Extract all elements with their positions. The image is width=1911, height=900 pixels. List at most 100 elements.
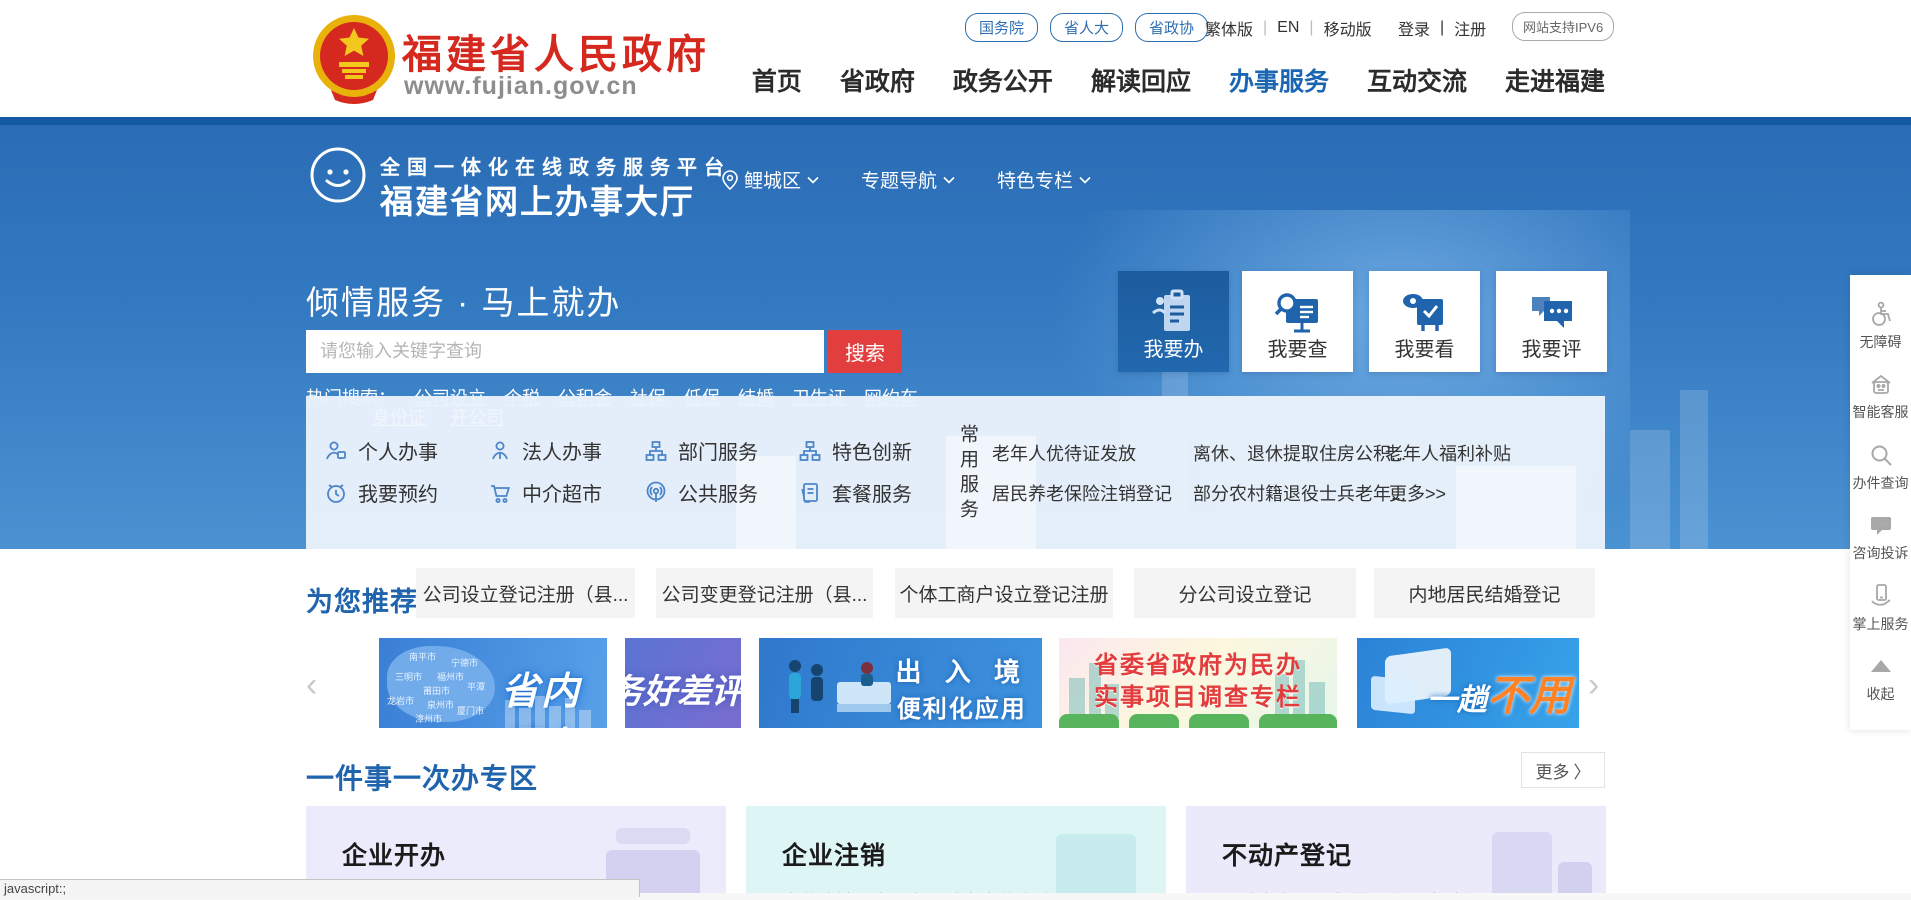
recommend-item[interactable]: 内地居民结婚登记	[1374, 568, 1595, 618]
menu-personal-services[interactable]: 个人办事	[324, 436, 438, 465]
common-link[interactable]: 老年人福利补贴	[1385, 440, 1511, 466]
menu-label: 公共服务	[678, 478, 758, 507]
menu-agency-market[interactable]: 中介超市	[488, 478, 602, 507]
topic-nav-menu[interactable]: 专题导航	[861, 166, 955, 193]
link-provincial-congress[interactable]: 省人大	[1050, 13, 1123, 42]
common-link[interactable]: 离休、退休提取住房公积...	[1193, 440, 1406, 466]
tool-mobile-service[interactable]: 掌上服务	[1853, 583, 1909, 634]
nav-interaction[interactable]: 互动交流	[1367, 62, 1467, 98]
action-card-apply[interactable]: 我要办	[1118, 271, 1229, 372]
cart-icon	[488, 481, 512, 505]
banner-entry-exit[interactable]: 出 入 境 便利化应用	[759, 638, 1042, 728]
nav-gov-affairs[interactable]: 政务公开	[953, 62, 1053, 98]
hero-slogan: 倾情服务 · 马上就办	[306, 276, 621, 324]
arrow-right-icon: 〉	[1574, 758, 1591, 783]
banner-service-rating[interactable]: 务好差评	[625, 638, 741, 728]
banner-part1: 一趟	[1427, 684, 1487, 717]
link-mobile[interactable]: 移动版	[1324, 16, 1372, 40]
recommend-item[interactable]: 个体工商户设立登记注册	[895, 568, 1113, 618]
city-label: 漳州市	[415, 712, 442, 725]
city-label: 平潭	[467, 680, 485, 693]
tool-collapse[interactable]: 收起	[1867, 653, 1895, 704]
menu-package-services[interactable]: 套餐服务	[798, 478, 912, 507]
clock-icon	[324, 481, 348, 505]
search-input[interactable]	[306, 330, 824, 373]
link-english[interactable]: EN	[1277, 19, 1299, 37]
broadcast-icon	[644, 481, 668, 505]
eye-check-icon	[1399, 287, 1451, 339]
auth-links: 登录| 注册	[1398, 16, 1486, 40]
people-illustration	[779, 656, 899, 716]
banner-part2: 不用	[1487, 672, 1571, 719]
site-url: www.fujian.gov.cn	[404, 72, 638, 101]
building-silhouette	[1680, 390, 1708, 549]
tool-accessibility[interactable]: 无障碍	[1860, 301, 1902, 352]
login-link[interactable]: 登录	[1398, 16, 1430, 40]
org-chart-icon	[644, 439, 668, 463]
banner-one-trip[interactable]: 一趟不用	[1357, 638, 1579, 728]
banner-line2: 实事项目调查专栏	[1059, 682, 1337, 714]
common-link[interactable]: 部分农村籍退役士兵老年...	[1193, 480, 1406, 506]
header-divider	[0, 117, 1911, 125]
link-traditional[interactable]: 繁体版	[1205, 16, 1253, 40]
carousel-next-arrow-icon[interactable]: ›	[1588, 668, 1599, 702]
common-link[interactable]: 居民养老保险注销登记	[992, 480, 1172, 506]
card-illustration	[616, 828, 690, 844]
location-selector[interactable]: 鲤城区	[722, 166, 819, 193]
menu-appointment[interactable]: 我要预约	[324, 478, 438, 507]
banner-line2: 便利化应用	[896, 689, 1028, 724]
card-real-estate-registration[interactable]: 不动产登记 不动产交易、办税、登记 全过程“一窗受理 一...	[1186, 806, 1606, 900]
menu-featured-innovation[interactable]: 特色创新	[798, 436, 912, 465]
bush-graphic	[1059, 714, 1119, 728]
menu-label: 个人办事	[358, 436, 438, 465]
recommend-title: 为您推荐	[306, 580, 418, 619]
clipped-char: 务	[625, 673, 643, 711]
robot-icon	[1868, 371, 1894, 397]
skyline-bar	[549, 706, 561, 728]
banner-livelihood-survey[interactable]: 省委省政府为民办 实事项目调查专栏	[1059, 638, 1337, 728]
menu-department-services[interactable]: 部门服务	[644, 436, 758, 465]
tool-smart-service[interactable]: 智能客服	[1853, 371, 1909, 422]
chat-icon	[1868, 512, 1894, 538]
tool-label: 掌上服务	[1853, 614, 1909, 634]
action-card-query[interactable]: 我要查	[1242, 271, 1353, 372]
nav-provincial-gov[interactable]: 省政府	[840, 62, 915, 98]
card-business-cancellation[interactable]: 企业注销 企业注销一窗通办，减少企业跑动次数	[746, 806, 1166, 900]
menu-public-services[interactable]: 公共服务	[644, 478, 758, 507]
recommend-item[interactable]: 公司设立登记注册（县...	[416, 568, 635, 618]
search-icon	[1868, 442, 1894, 468]
banner-line1: 出 入 境	[896, 652, 1028, 689]
tool-case-query[interactable]: 办件查询	[1853, 442, 1909, 493]
common-more-link[interactable]: 更多>>	[1389, 480, 1446, 506]
divider: |	[1309, 19, 1313, 37]
common-link[interactable]: 老年人优待证发放	[992, 440, 1136, 466]
link-provincial-cppcc[interactable]: 省政协	[1135, 13, 1208, 42]
chat-bubbles-icon	[1526, 287, 1578, 339]
featured-column-label: 特色专栏	[997, 166, 1073, 193]
hot-search-item-faded: 身份证	[372, 404, 426, 430]
recommend-item[interactable]: 公司变更登记注册（县...	[656, 568, 873, 618]
recommend-item[interactable]: 分公司设立登记	[1134, 568, 1356, 618]
nav-home[interactable]: 首页	[752, 62, 802, 98]
register-link[interactable]: 注册	[1454, 16, 1486, 40]
search-button[interactable]: 搜索	[828, 330, 902, 373]
skyline-bar	[505, 700, 515, 728]
tool-consult-complaint[interactable]: 咨询投诉	[1853, 512, 1909, 563]
action-card-review[interactable]: 我要评	[1496, 271, 1607, 372]
site-header: 福建省人民政府 www.fujian.gov.cn 国务院 省人大 省政协 繁体…	[0, 0, 1911, 117]
menu-label: 我要预约	[358, 478, 438, 507]
nav-about-fujian[interactable]: 走进福建	[1505, 62, 1605, 98]
menu-legal-services[interactable]: 法人办事	[488, 436, 602, 465]
action-card-view[interactable]: 我要看	[1369, 271, 1480, 372]
carousel-prev-arrow-icon[interactable]: ‹	[306, 668, 317, 702]
topic-nav-label: 专题导航	[861, 166, 937, 193]
city-label: 泉州市	[427, 698, 454, 711]
link-state-council[interactable]: 国务院	[965, 13, 1038, 42]
nav-services[interactable]: 办事服务	[1229, 62, 1329, 98]
language-links: 繁体版| EN| 移动版	[1205, 16, 1372, 40]
nav-interpretation[interactable]: 解读回应	[1091, 62, 1191, 98]
building-silhouette	[1630, 430, 1670, 549]
banner-province-wide-service[interactable]: 南平市 宁德市 三明市 福州市 莆田市 平潭 龙岩市 泉州市 厦门市 漳州市 省…	[379, 638, 607, 728]
more-button[interactable]: 更多 〉	[1521, 752, 1605, 788]
featured-column-menu[interactable]: 特色专栏	[997, 166, 1091, 193]
